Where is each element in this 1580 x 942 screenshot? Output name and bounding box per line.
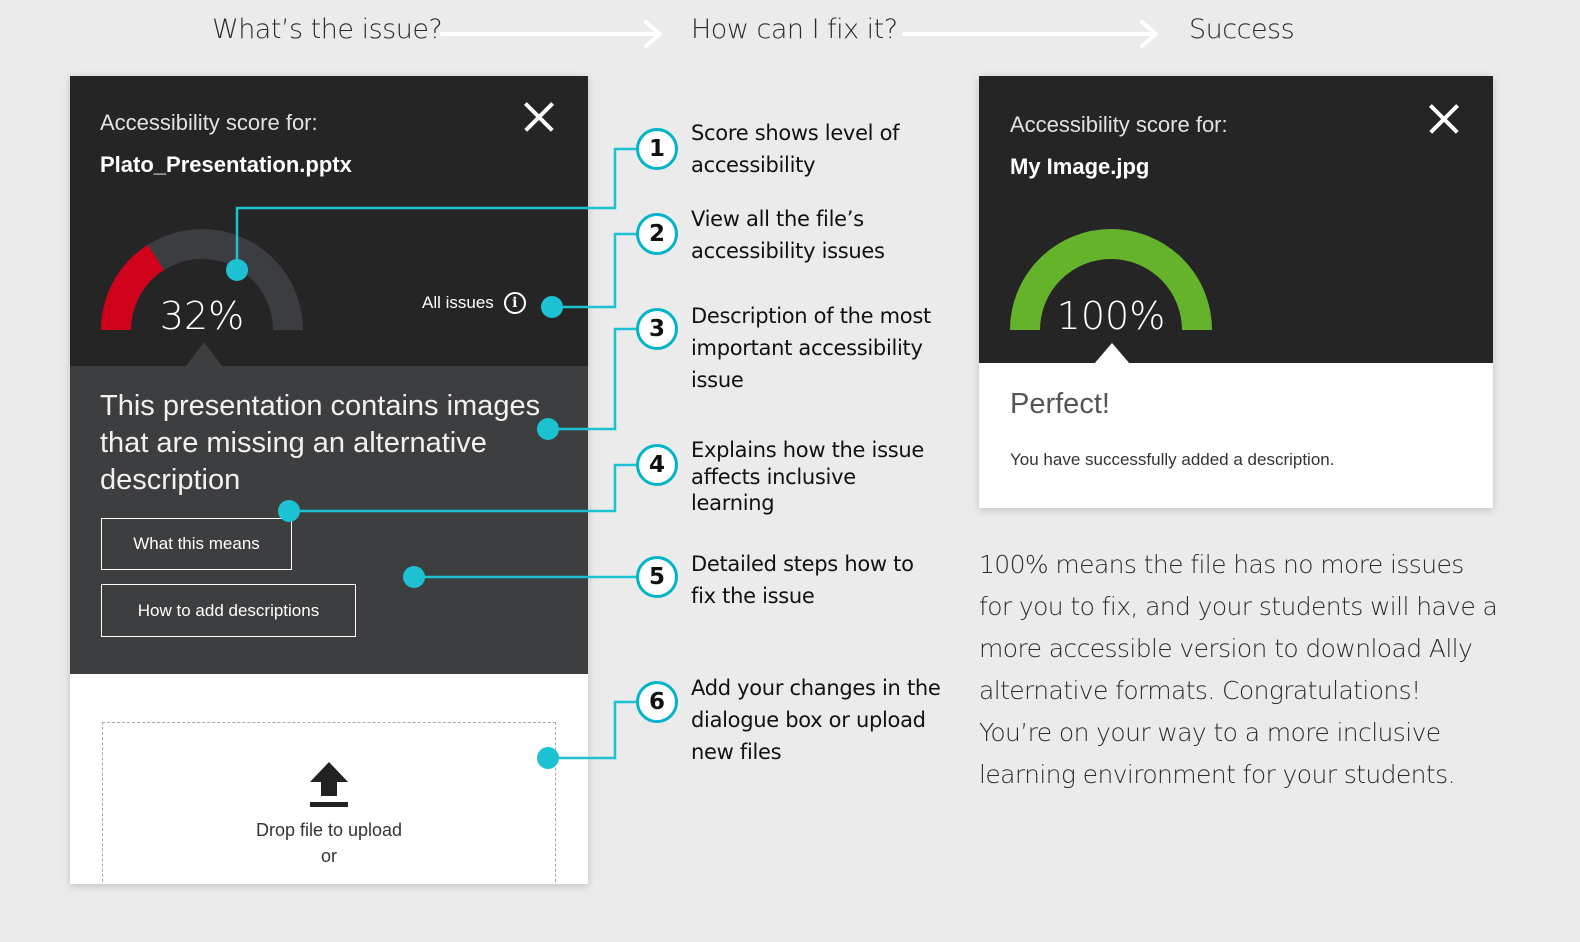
callout-text-1: Score shows level of accessibility [691,121,900,177]
result-title: Perfect! [1010,388,1110,420]
connector-2 [552,232,636,309]
connector-3 [548,327,636,431]
close-icon[interactable] [1427,102,1461,136]
score-label: Accessibility score for: [1010,112,1228,137]
callout-number-4: 4 [636,444,678,486]
callout-text-2: View all the file’s accessibility issues [691,207,885,263]
score-percent: 100% [1056,294,1166,338]
pointer-arrow [1094,343,1130,364]
callout-number-1: 1 [636,128,678,170]
callout-text-3: Description of the most important access… [691,304,931,392]
connector-4 [289,463,636,513]
callout-text-5: Detailed steps how to fix the issue [691,552,914,608]
connector-6 [548,700,636,760]
callout-dot-4 [278,500,300,522]
success-score-panel: Accessibility score for: My Image.jpg 10… [979,76,1493,508]
result-message: You have successfully added a descriptio… [1010,450,1335,469]
success-description: 100% means the file has no more issues f… [979,550,1498,789]
callout-number-5: 5 [636,556,678,598]
callout-dot-1 [226,259,248,281]
callout-dot-6 [537,747,559,769]
callout-dot-2 [541,296,563,318]
callout-dot-5 [403,566,425,588]
callout-dot-3 [537,418,559,440]
file-name: My Image.jpg [1010,154,1150,179]
callout-number-6: 6 [636,681,678,723]
callout-text-4: Explains how the issue affects inclusive… [691,438,924,515]
connector-1 [235,147,636,270]
callout-number-2: 2 [636,213,678,255]
callout-text-6: Add your changes in the dialogue box or … [691,676,941,764]
callout-number-3: 3 [636,308,678,350]
